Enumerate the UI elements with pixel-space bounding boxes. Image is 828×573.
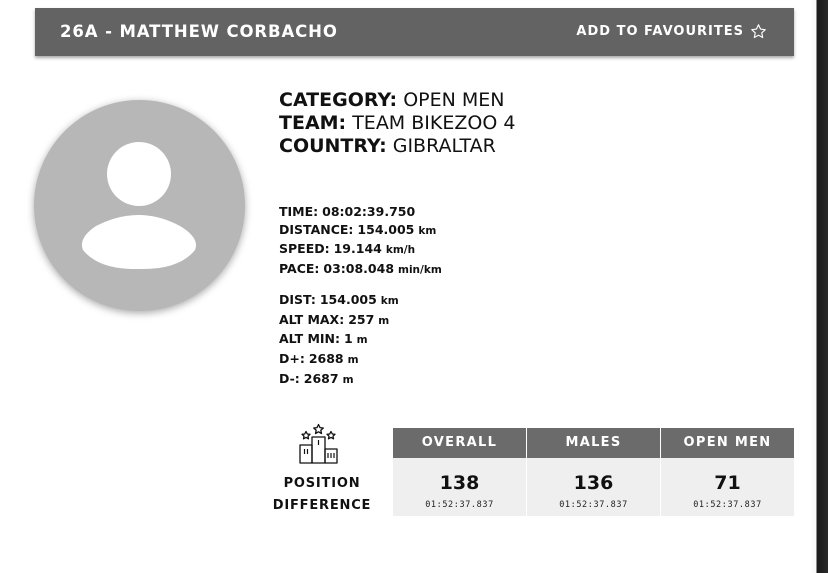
ranking-table: OVERALL 138 01:52:37.837 MALES 136 01:52… <box>393 428 794 516</box>
overall-position: 138 <box>439 472 480 494</box>
ranking-header-open-men: OPEN MEN <box>661 428 794 458</box>
team-row: TEAM: TEAM BIKEZOO 4 <box>279 112 515 135</box>
alt-min-unit: m <box>356 334 368 347</box>
distance-label: DISTANCE: <box>279 221 354 237</box>
open-men-position: 71 <box>714 472 741 494</box>
participant-profile: CATEGORY: OPEN MEN TEAM: TEAM BIKEZOO 4 … <box>279 89 515 158</box>
dist-label: DIST: <box>279 292 316 307</box>
ranking-cell-males: 136 01:52:37.837 <box>527 458 660 516</box>
speed-row: SPEED: 19.144 km/h <box>279 240 442 260</box>
d-minus-row: D-: 2687 m <box>279 370 399 390</box>
alt-max-label: ALT MAX: <box>279 311 345 327</box>
race-stats: TIME: 08:02:39.750 DISTANCE: 154.005 km … <box>279 203 442 280</box>
position-label: POSITION <box>283 476 361 491</box>
alt-max-unit: m <box>378 314 390 327</box>
window-edge <box>812 0 828 573</box>
participant-title: 26A - MATTHEW CORBACHO <box>60 22 338 41</box>
add-to-favourites-button[interactable]: ADD TO FAVOURITES <box>576 23 767 40</box>
dist-value: 154.005 <box>319 292 377 307</box>
speed-unit: km/h <box>385 244 416 257</box>
country-value: GIBRALTAR <box>392 135 496 157</box>
d-plus-value: 2688 <box>308 351 344 367</box>
alt-max-value: 257 <box>348 311 375 327</box>
distance-value: 154.005 <box>357 221 415 237</box>
pace-unit: min/km <box>398 264 442 277</box>
open-men-difference: 01:52:37.837 <box>693 500 762 510</box>
d-plus-label: D+: <box>279 351 305 367</box>
user-placeholder-icon <box>81 142 196 270</box>
dist-unit: km <box>380 295 399 307</box>
overall-difference: 01:52:37.837 <box>425 500 494 510</box>
alt-min-row: ALT MIN: 1 m <box>279 330 399 350</box>
ranking-column-males: MALES 136 01:52:37.837 <box>527 428 660 516</box>
alt-min-label: ALT MIN: <box>279 331 340 347</box>
add-to-favourites-label: ADD TO FAVOURITES <box>576 24 744 39</box>
ranking-column-overall: OVERALL 138 01:52:37.837 <box>393 428 526 516</box>
dist-row: DIST: 154.005 km <box>279 291 399 311</box>
pace-label: PACE: <box>279 261 320 277</box>
speed-label: SPEED: <box>279 241 330 257</box>
ranking-cell-overall: 138 01:52:37.837 <box>393 458 526 516</box>
d-minus-label: D-: <box>279 370 300 386</box>
category-value: OPEN MEN <box>403 89 505 111</box>
d-minus-unit: m <box>342 373 354 386</box>
country-row: COUNTRY: GIBRALTAR <box>279 135 515 158</box>
category-label: CATEGORY: <box>279 89 398 111</box>
time-row: TIME: 08:02:39.750 <box>279 203 442 221</box>
speed-value: 19.144 <box>333 241 382 257</box>
elevation-stats: DIST: 154.005 km ALT MAX: 257 m ALT MIN:… <box>279 291 399 390</box>
d-minus-value: 2687 <box>303 370 339 386</box>
distance-unit: km <box>418 224 437 237</box>
team-label: TEAM: <box>279 112 347 134</box>
distance-row: DISTANCE: 154.005 km <box>279 221 442 241</box>
ranking-cell-open-men: 71 01:52:37.837 <box>661 458 794 516</box>
time-value: 08:02:39.750 <box>322 204 416 219</box>
d-plus-row: D+: 2688 m <box>279 350 399 370</box>
alt-max-row: ALT MAX: 257 m <box>279 311 399 331</box>
alt-min-value: 1 <box>343 331 353 347</box>
ranking-column-open-men: OPEN MEN 71 01:52:37.837 <box>661 428 794 516</box>
avatar <box>34 100 245 311</box>
time-label: TIME: <box>279 204 319 219</box>
males-difference: 01:52:37.837 <box>559 500 628 510</box>
podium-stars-icon <box>299 423 338 464</box>
participant-header-bar: 26A - MATTHEW CORBACHO ADD TO FAVOURITES <box>35 8 794 56</box>
pace-row: PACE: 03:08.048 min/km <box>279 260 442 280</box>
country-label: COUNTRY: <box>279 135 387 157</box>
ranking-header-males: MALES <box>527 428 660 458</box>
category-row: CATEGORY: OPEN MEN <box>279 89 515 112</box>
d-plus-unit: m <box>347 354 359 367</box>
difference-label: DIFFERENCE <box>272 498 372 513</box>
star-outline-icon <box>751 24 766 39</box>
team-value: TEAM BIKEZOO 4 <box>352 112 516 134</box>
males-position: 136 <box>573 472 614 494</box>
ranking-header-overall: OVERALL <box>393 428 526 458</box>
pace-value: 03:08.048 <box>323 261 395 277</box>
